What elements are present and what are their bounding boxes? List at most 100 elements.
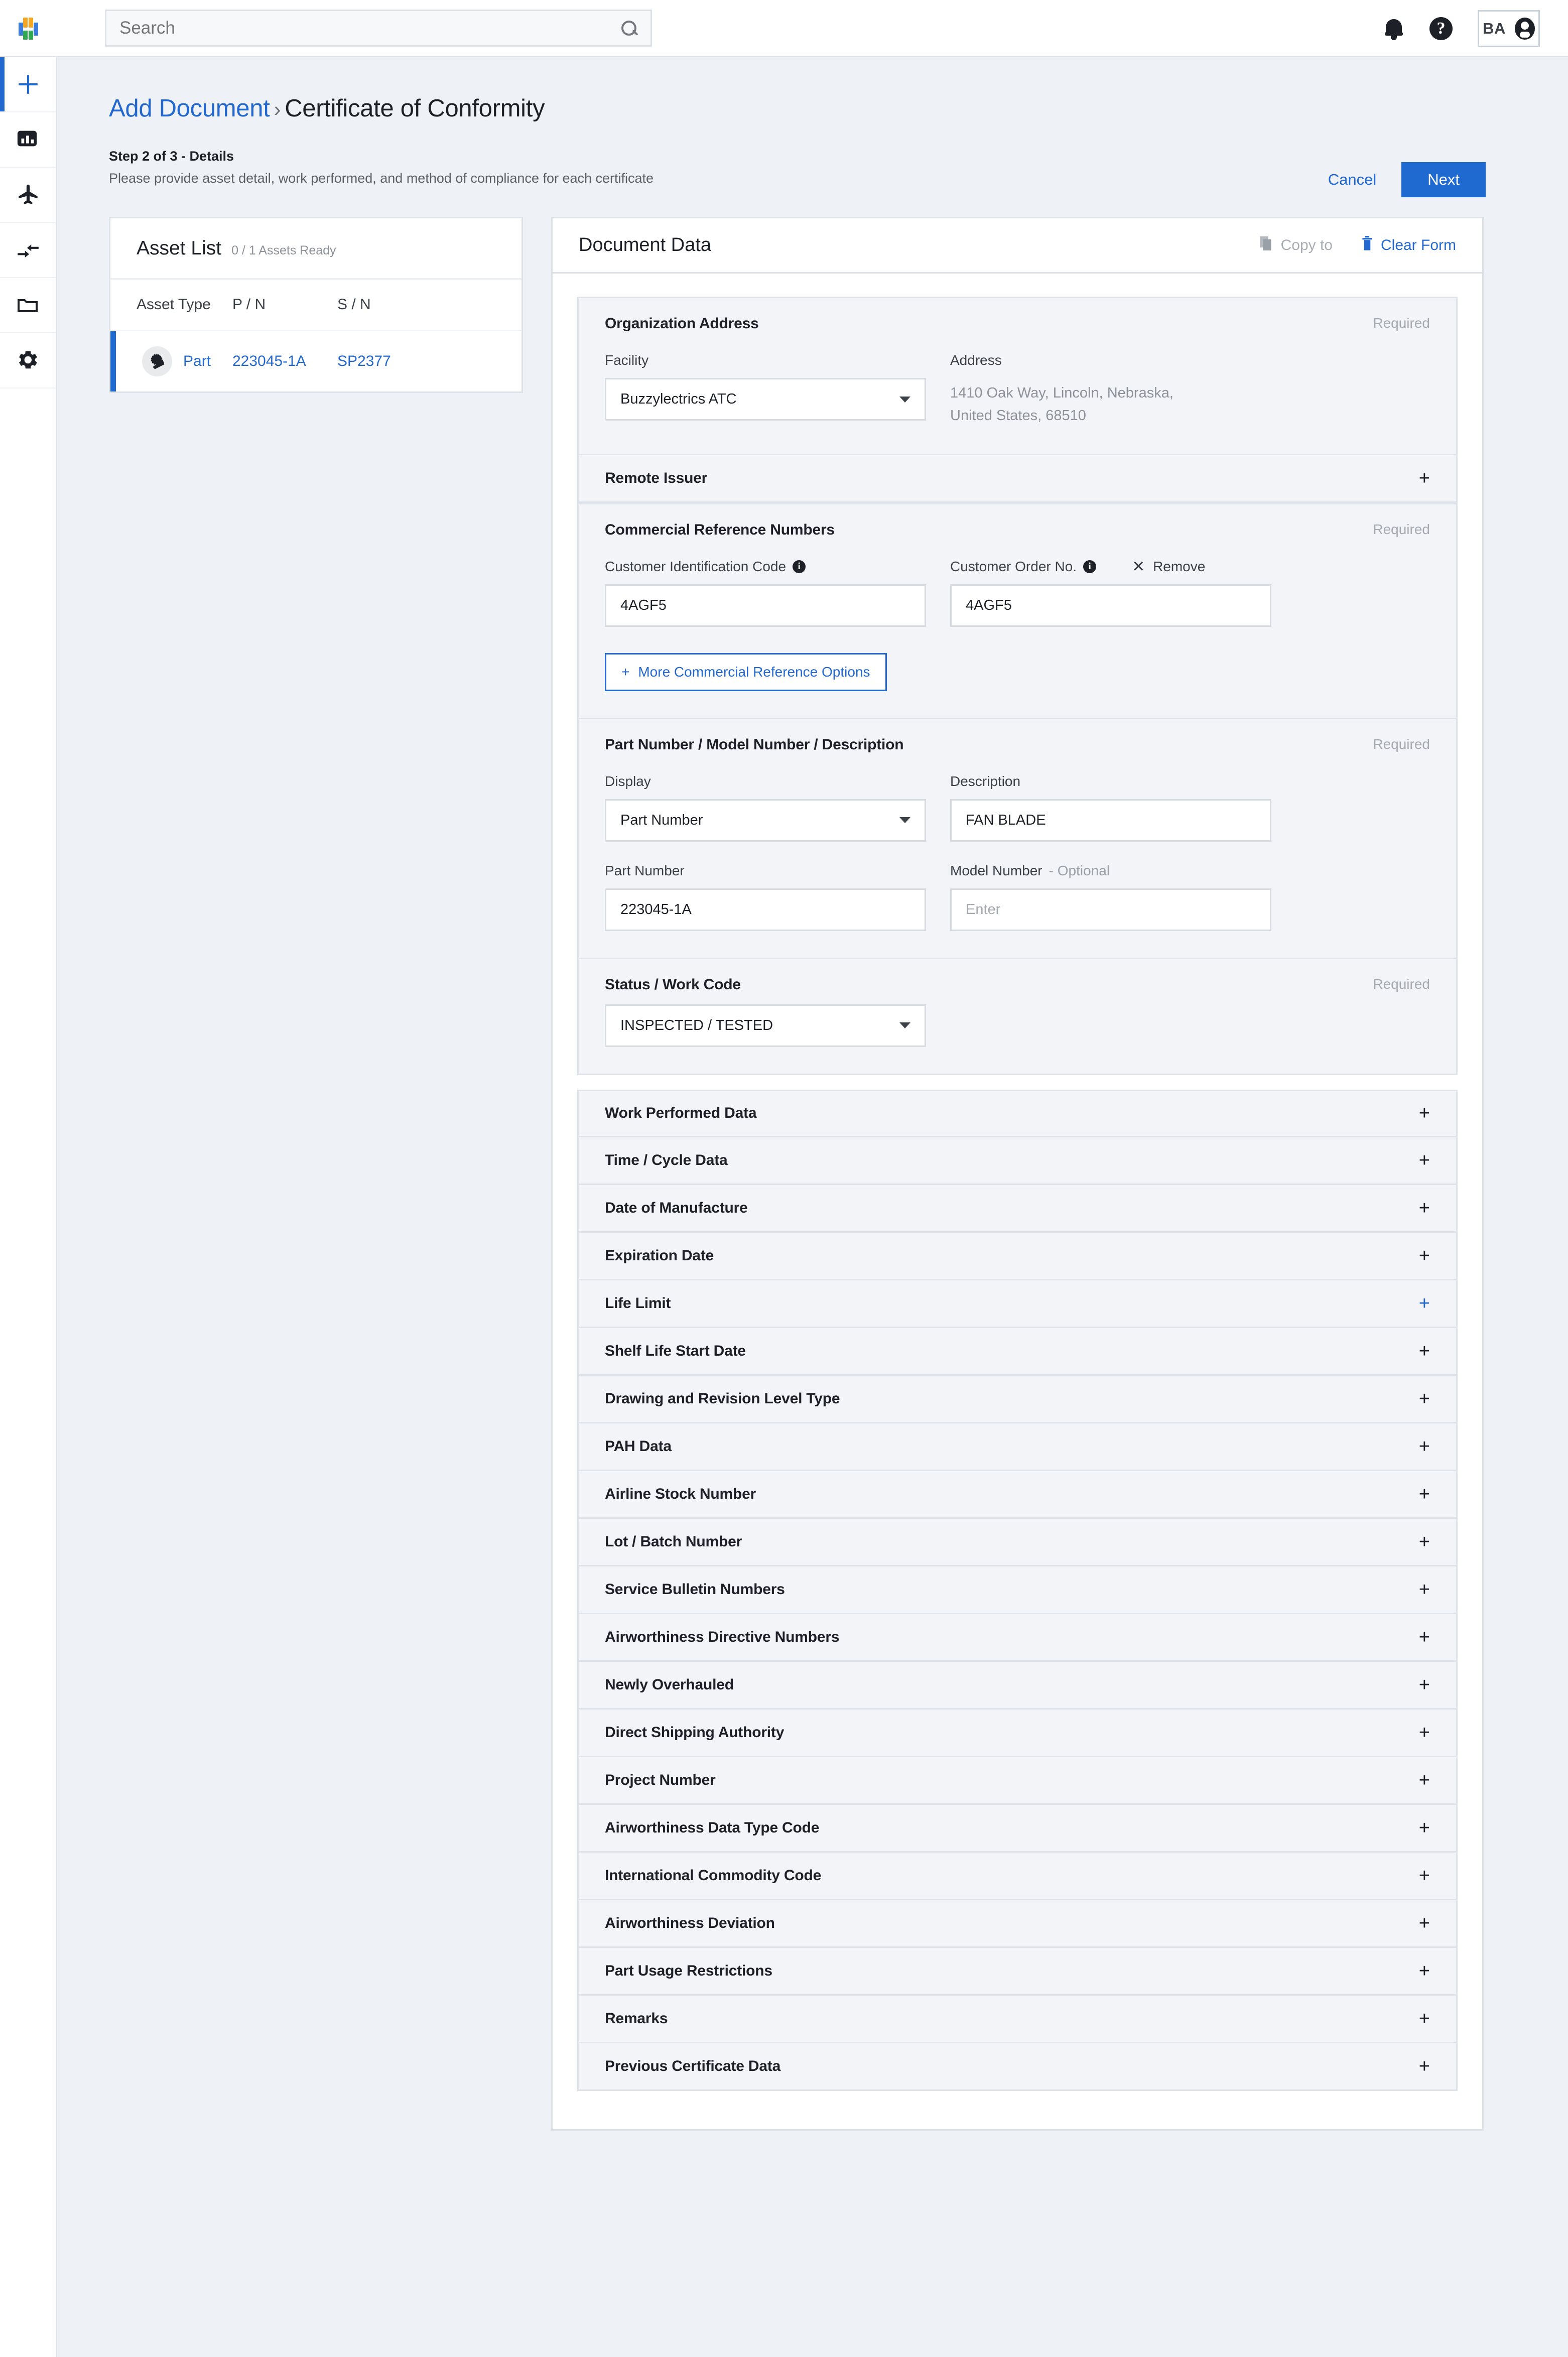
expand-plus-icon[interactable]: +: [1419, 2057, 1430, 2075]
facility-field: Facility Buzzylectrics ATC: [605, 352, 926, 427]
expand-plus-icon[interactable]: +: [1419, 1199, 1430, 1217]
display-field: Display Part Number: [605, 773, 926, 842]
expand-plus-icon[interactable]: +: [1419, 1485, 1430, 1503]
model-number-optional: - Optional: [1049, 862, 1110, 878]
plus-icon: +: [621, 664, 630, 680]
asset-sn-link[interactable]: SP2377: [337, 353, 438, 370]
expand-plus-icon[interactable]: +: [1419, 1532, 1430, 1551]
section-title: Expiration Date: [605, 1247, 714, 1264]
collapsible-section[interactable]: Project Number +: [577, 1757, 1458, 1805]
sidebar-item-transfers[interactable]: [0, 223, 56, 278]
help-icon[interactable]: ?: [1429, 17, 1453, 40]
collapsible-section[interactable]: Direct Shipping Authority +: [577, 1709, 1458, 1757]
expand-plus-icon[interactable]: +: [1419, 1104, 1430, 1122]
expand-plus-icon[interactable]: +: [1419, 1437, 1430, 1456]
table-row[interactable]: Part 223045-1A SP2377: [110, 331, 521, 391]
collapsible-section[interactable]: Life Limit +: [577, 1280, 1458, 1328]
copy-icon: [1259, 235, 1273, 255]
expand-plus-icon[interactable]: +: [1419, 1818, 1430, 1837]
left-nav-rail: [0, 57, 57, 2357]
expand-plus-icon[interactable]: +: [1419, 1628, 1430, 1646]
collapsible-section[interactable]: International Commodity Code +: [577, 1852, 1458, 1900]
expand-plus-icon[interactable]: +: [1419, 1771, 1430, 1789]
cancel-button[interactable]: Cancel: [1328, 171, 1377, 189]
asset-pn-link[interactable]: 223045-1A: [232, 353, 337, 370]
info-icon[interactable]: i: [793, 560, 806, 573]
sidebar-item-add[interactable]: [0, 57, 56, 112]
collapsible-section[interactable]: Airworthiness Data Type Code +: [577, 1804, 1458, 1853]
section-remote-issuer[interactable]: Remote Issuer +: [577, 455, 1458, 503]
collapsible-section[interactable]: Time / Cycle Data +: [577, 1137, 1458, 1185]
search-input[interactable]: [119, 18, 620, 38]
collapsible-section[interactable]: Newly Overhauled +: [577, 1661, 1458, 1710]
customer-order-no-input[interactable]: 4AGF5: [950, 584, 1271, 627]
expand-plus-icon[interactable]: +: [1419, 1151, 1430, 1169]
section-title: Date of Manufacture: [605, 1199, 748, 1216]
description-input[interactable]: FAN BLADE: [950, 799, 1271, 842]
next-button[interactable]: Next: [1401, 162, 1486, 197]
collapsible-section[interactable]: Work Performed Data +: [577, 1089, 1458, 1137]
search-icon[interactable]: [620, 20, 637, 37]
sidebar-item-documents[interactable]: [0, 278, 56, 333]
app-logo[interactable]: [0, 13, 57, 44]
collapsible-section[interactable]: Airworthiness Deviation +: [577, 1900, 1458, 1948]
breadcrumb-link-add-document[interactable]: Add Document: [109, 95, 270, 122]
required-badge: Required: [1373, 521, 1430, 537]
address-value: 1410 Oak Way, Lincoln, Nebraska, United …: [950, 385, 1173, 424]
section-organization-address: Organization Address Required Facility B…: [577, 297, 1458, 455]
document-data-title: Document Data: [579, 234, 712, 255]
chevron-down-icon: [899, 396, 910, 403]
collapsible-section[interactable]: Service Bulletin Numbers +: [577, 1566, 1458, 1614]
model-number-input[interactable]: Enter: [950, 888, 1271, 931]
model-number-label: Model Number: [950, 862, 1042, 878]
expand-plus-icon[interactable]: +: [1419, 1580, 1430, 1599]
part-number-input[interactable]: 223045-1A: [605, 888, 926, 931]
expand-plus-icon[interactable]: +: [1419, 1389, 1430, 1408]
collapsible-section[interactable]: Airworthiness Directive Numbers +: [577, 1614, 1458, 1662]
more-commercial-reference-options-button[interactable]: + More Commercial Reference Options: [605, 652, 887, 691]
expand-plus-icon[interactable]: +: [1419, 1246, 1430, 1265]
expand-plus-icon[interactable]: +: [1419, 1723, 1430, 1742]
collapsible-section[interactable]: Lot / Batch Number +: [577, 1518, 1458, 1566]
collapsible-section[interactable]: Shelf Life Start Date +: [577, 1328, 1458, 1376]
status-work-code-value: INSPECTED / TESTED: [620, 1017, 773, 1033]
asset-type-link[interactable]: Part: [183, 353, 211, 370]
expand-plus-icon[interactable]: +: [1419, 469, 1430, 487]
expand-plus-icon[interactable]: +: [1419, 1294, 1430, 1313]
collapsible-section[interactable]: Remarks +: [577, 1995, 1458, 2043]
copy-to-button[interactable]: Copy to: [1259, 235, 1333, 255]
section-status-work-code: Status / Work Code Required INSPECTED / …: [577, 959, 1458, 1075]
expand-plus-icon[interactable]: +: [1419, 1675, 1430, 1694]
collapsible-section[interactable]: Expiration Date +: [577, 1232, 1458, 1280]
status-work-code-select[interactable]: INSPECTED / TESTED: [605, 1004, 926, 1047]
display-select[interactable]: Part Number: [605, 799, 926, 842]
customer-identification-code-input[interactable]: 4AGF5: [605, 584, 926, 627]
sidebar-item-analytics[interactable]: [0, 112, 56, 168]
collapsible-section[interactable]: PAH Data +: [577, 1423, 1458, 1471]
collapsible-section[interactable]: Airline Stock Number +: [577, 1471, 1458, 1519]
facility-select[interactable]: Buzzylectrics ATC: [605, 378, 926, 421]
expand-plus-icon[interactable]: +: [1419, 1342, 1430, 1360]
page-title: Certificate of Conformity: [285, 95, 545, 122]
expand-plus-icon[interactable]: +: [1419, 1914, 1430, 1932]
collapsible-section[interactable]: Previous Certificate Data +: [577, 2043, 1458, 2091]
info-icon[interactable]: i: [1083, 560, 1097, 573]
sidebar-item-aircraft[interactable]: [0, 168, 56, 223]
expand-plus-icon[interactable]: +: [1419, 1961, 1430, 1980]
top-bar: ? BA: [0, 0, 1568, 57]
chart-icon: [16, 127, 41, 152]
asset-list-header: Asset List 0 / 1 Assets Ready: [110, 218, 521, 280]
notifications-icon[interactable]: [1383, 17, 1404, 40]
expand-plus-icon[interactable]: +: [1419, 1866, 1430, 1885]
collapsible-section[interactable]: Part Usage Restrictions +: [577, 1947, 1458, 1996]
expand-plus-icon[interactable]: +: [1419, 2009, 1430, 2028]
sidebar-item-settings[interactable]: [0, 333, 56, 388]
address-label: Address: [950, 352, 1002, 368]
user-menu[interactable]: BA: [1478, 10, 1540, 47]
collapsible-section[interactable]: Drawing and Revision Level Type +: [577, 1375, 1458, 1423]
collapsible-section[interactable]: Date of Manufacture +: [577, 1185, 1458, 1233]
remove-button[interactable]: ✕ Remove: [1132, 559, 1205, 575]
clear-form-button[interactable]: Clear Form: [1362, 235, 1456, 255]
required-badge: Required: [1373, 976, 1430, 992]
search-box[interactable]: [105, 9, 652, 47]
